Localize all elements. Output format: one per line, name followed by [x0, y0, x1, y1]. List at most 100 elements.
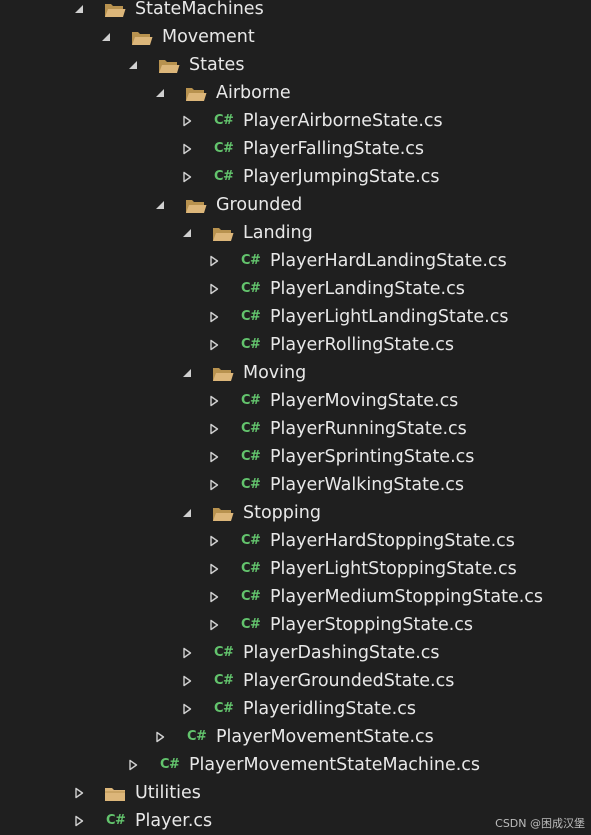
tree-file-node[interactable]: C# PlayerMovementStateMachine.cs: [0, 751, 591, 779]
tree-file-node[interactable]: C# PlayerLightLandingState.cs: [0, 303, 591, 331]
tree-file-node[interactable]: C# PlayerLightStoppingState.cs: [0, 555, 591, 583]
collapsed-arrow-icon[interactable]: [73, 807, 87, 835]
folder-open-icon: [104, 0, 126, 18]
tree-folder-node[interactable]: Landing: [0, 219, 591, 247]
tree-file-node[interactable]: C# PlayerGroundedState.cs: [0, 667, 591, 695]
tree-node-label: PlayerGroundedState.cs: [243, 671, 455, 691]
tree-node-label: PlayerDashingState.cs: [243, 643, 440, 663]
tree-file-node[interactable]: C# PlayerMovingState.cs: [0, 387, 591, 415]
tree-node-label: Moving: [243, 363, 307, 383]
tree-file-node[interactable]: C# PlayerMovementState.cs: [0, 723, 591, 751]
csharp-file-icon: C#: [214, 141, 234, 156]
csharp-file-icon: C#: [241, 281, 261, 296]
collapsed-arrow-icon[interactable]: [181, 695, 195, 723]
tree-node-label: Landing: [243, 223, 313, 243]
tree-folder-node[interactable]: States: [0, 51, 591, 79]
expanded-arrow-icon[interactable]: [181, 499, 195, 527]
csharp-file-icon: C#: [241, 253, 261, 268]
csharp-file-icon: C#: [241, 589, 261, 604]
collapsed-arrow-icon[interactable]: [181, 107, 195, 135]
csharp-file-icon: C#: [214, 113, 234, 128]
csharp-file-icon: C#: [241, 561, 261, 576]
tree-file-node[interactable]: C# PlayeridlingState.cs: [0, 695, 591, 723]
csharp-file-icon: C#: [214, 701, 234, 716]
tree-node-label: PlayerMovementState.cs: [216, 727, 434, 747]
csharp-file-icon: C#: [214, 169, 234, 184]
tree-folder-node[interactable]: Utilities: [0, 779, 591, 807]
tree-node-label: Player.cs: [135, 811, 213, 831]
tree-file-node[interactable]: C# PlayerLandingState.cs: [0, 275, 591, 303]
tree-node-label: States: [189, 55, 245, 75]
expanded-arrow-icon[interactable]: [100, 23, 114, 51]
collapsed-arrow-icon[interactable]: [181, 639, 195, 667]
tree-file-node[interactable]: C# PlayerHardLandingState.cs: [0, 247, 591, 275]
expanded-arrow-icon[interactable]: [73, 0, 87, 23]
csharp-file-icon: C#: [241, 421, 261, 436]
collapsed-arrow-icon[interactable]: [208, 611, 222, 639]
csharp-file-icon: C#: [241, 617, 261, 632]
folder-open-icon: [212, 504, 234, 522]
csharp-file-icon: C#: [214, 673, 234, 688]
tree-node-label: PlayerMediumStoppingState.cs: [270, 587, 544, 607]
csharp-file-icon: C#: [160, 757, 180, 772]
collapsed-arrow-icon[interactable]: [208, 275, 222, 303]
tree-file-node[interactable]: C# PlayerFallingState.cs: [0, 135, 591, 163]
csharp-file-icon: C#: [241, 533, 261, 548]
expanded-arrow-icon[interactable]: [154, 191, 168, 219]
tree-folder-node[interactable]: Airborne: [0, 79, 591, 107]
tree-file-node[interactable]: C# PlayerSprintingState.cs: [0, 443, 591, 471]
tree-file-node[interactable]: C# PlayerJumpingState.cs: [0, 163, 591, 191]
csharp-file-icon: C#: [241, 309, 261, 324]
collapsed-arrow-icon[interactable]: [208, 303, 222, 331]
tree-node-label: PlayerRunningState.cs: [270, 419, 467, 439]
tree-folder-node[interactable]: Movement: [0, 23, 591, 51]
folder-open-icon: [212, 364, 234, 382]
collapsed-arrow-icon[interactable]: [181, 667, 195, 695]
tree-file-node[interactable]: C# PlayerDashingState.cs: [0, 639, 591, 667]
tree-folder-node[interactable]: Grounded: [0, 191, 591, 219]
folder-open-icon: [185, 84, 207, 102]
tree-node-label: PlayerAirborneState.cs: [243, 111, 443, 131]
collapsed-arrow-icon[interactable]: [208, 527, 222, 555]
csharp-file-icon: C#: [241, 449, 261, 464]
tree-node-label: PlayerLightLandingState.cs: [270, 307, 509, 327]
collapsed-arrow-icon[interactable]: [208, 555, 222, 583]
collapsed-arrow-icon[interactable]: [181, 135, 195, 163]
csharp-file-icon: C#: [106, 813, 126, 828]
collapsed-arrow-icon[interactable]: [181, 163, 195, 191]
expanded-arrow-icon[interactable]: [154, 79, 168, 107]
expanded-arrow-icon[interactable]: [181, 359, 195, 387]
tree-node-label: PlayeridlingState.cs: [243, 699, 416, 719]
tree-node-label: StateMachines: [135, 0, 264, 19]
collapsed-arrow-icon[interactable]: [208, 471, 222, 499]
collapsed-arrow-icon[interactable]: [208, 247, 222, 275]
tree-node-label: PlayerRollingState.cs: [270, 335, 454, 355]
tree-file-node[interactable]: C# PlayerRunningState.cs: [0, 415, 591, 443]
collapsed-arrow-icon[interactable]: [154, 723, 168, 751]
tree-node-label: PlayerStoppingState.cs: [270, 615, 474, 635]
tree-file-node[interactable]: C# PlayerAirborneState.cs: [0, 107, 591, 135]
expanded-arrow-icon[interactable]: [181, 219, 195, 247]
collapsed-arrow-icon[interactable]: [208, 443, 222, 471]
collapsed-arrow-icon[interactable]: [127, 751, 141, 779]
collapsed-arrow-icon[interactable]: [73, 779, 87, 807]
tree-node-label: PlayerSprintingState.cs: [270, 447, 475, 467]
expanded-arrow-icon[interactable]: [127, 51, 141, 79]
collapsed-arrow-icon[interactable]: [208, 387, 222, 415]
tree-file-node[interactable]: C# PlayerMediumStoppingState.cs: [0, 583, 591, 611]
collapsed-arrow-icon[interactable]: [208, 415, 222, 443]
collapsed-arrow-icon[interactable]: [208, 583, 222, 611]
csharp-file-icon: C#: [214, 645, 234, 660]
tree-file-node[interactable]: C# PlayerStoppingState.cs: [0, 611, 591, 639]
tree-file-node[interactable]: C# PlayerRollingState.cs: [0, 331, 591, 359]
tree-folder-node[interactable]: Stopping: [0, 499, 591, 527]
tree-file-node[interactable]: C# PlayerWalkingState.cs: [0, 471, 591, 499]
collapsed-arrow-icon[interactable]: [208, 331, 222, 359]
csharp-file-icon: C#: [241, 337, 261, 352]
tree-file-node[interactable]: C# PlayerHardStoppingState.cs: [0, 527, 591, 555]
tree-node-label: Utilities: [135, 783, 201, 803]
tree-folder-node[interactable]: Moving: [0, 359, 591, 387]
folder-open-icon: [158, 56, 180, 74]
tree-node-label: PlayerLightStoppingState.cs: [270, 559, 517, 579]
tree-folder-node[interactable]: StateMachines: [0, 0, 591, 23]
